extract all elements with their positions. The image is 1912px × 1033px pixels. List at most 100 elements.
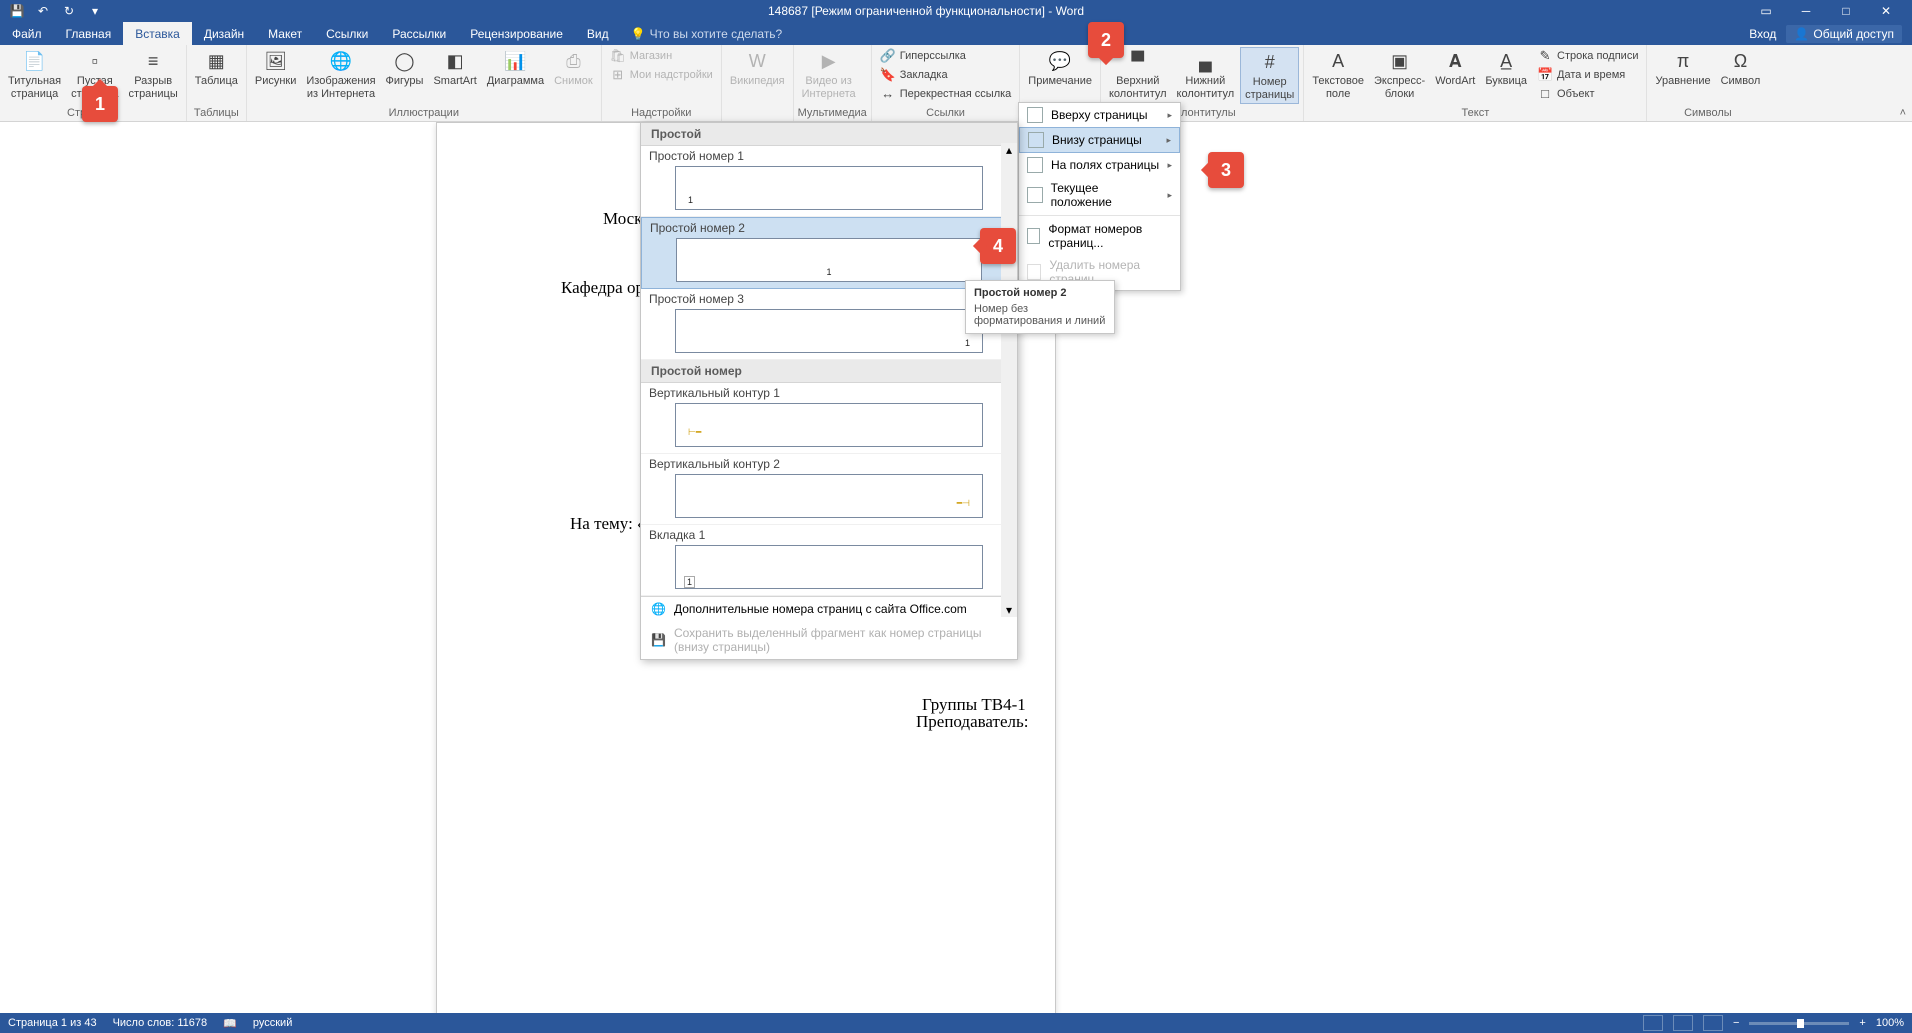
page-number-button[interactable]: #Номер страницы	[1240, 47, 1299, 104]
gallery-item-simple-3[interactable]: Простой номер 3 1	[641, 289, 1017, 360]
dropcap-button[interactable]: A̲Буквица	[1481, 47, 1531, 90]
gallery-more-office[interactable]: 🌐Дополнительные номера страниц с сайта O…	[641, 597, 1017, 621]
ribbon-options-icon[interactable]: ▭	[1752, 4, 1780, 18]
ribbon-tabs: Файл Главная Вставка Дизайн Макет Ссылки…	[0, 22, 1912, 45]
comment-button[interactable]: 💬Примечание	[1024, 47, 1096, 90]
callout-3: 3	[1208, 152, 1244, 188]
save-selection-icon: 💾	[651, 633, 666, 647]
view-print-icon[interactable]	[1673, 1015, 1693, 1031]
scroll-up-icon[interactable]: ▴	[1006, 143, 1012, 157]
object-button[interactable]: □Объект	[1533, 85, 1642, 103]
callout-2: 2	[1088, 22, 1124, 58]
zoom-out-icon[interactable]: −	[1733, 1017, 1739, 1029]
gallery-item-vcontour-2[interactable]: Вертикальный контур 2 ━⊣	[641, 454, 1017, 525]
signin-link[interactable]: Вход	[1749, 27, 1776, 41]
signature-line-button[interactable]: ✎Строка подписи	[1533, 47, 1642, 65]
tab-file[interactable]: Файл	[0, 22, 54, 45]
comment-icon: 💬	[1048, 49, 1072, 73]
view-read-icon[interactable]	[1643, 1015, 1663, 1031]
tooltip-desc: Номер без форматирования и линий	[974, 303, 1106, 327]
group-media: ▶Видео из Интернета Мультимедиа	[794, 45, 872, 121]
online-video-button[interactable]: ▶Видео из Интернета	[798, 47, 860, 102]
zoom-thumb[interactable]	[1797, 1019, 1804, 1028]
quickparts-button[interactable]: ▣Экспресс- блоки	[1370, 47, 1429, 102]
tooltip-title: Простой номер 2	[974, 287, 1106, 299]
gallery-scrollbar[interactable]: ▴ ▾	[1001, 143, 1017, 617]
wikipedia-button[interactable]: WВикипедия	[726, 47, 789, 90]
gallery-save-selection[interactable]: 💾Сохранить выделенный фрагмент как номер…	[641, 621, 1017, 659]
tab-view[interactable]: Вид	[575, 22, 621, 45]
menu-bottom-of-page[interactable]: Внизу страницы▸	[1019, 127, 1180, 153]
wordart-button[interactable]: 𝐀WordArt	[1431, 47, 1479, 90]
chevron-right-icon: ▸	[1166, 135, 1171, 146]
collapse-ribbon-icon[interactable]: ˄	[1900, 107, 1906, 119]
share-button[interactable]: 👤Общий доступ	[1786, 25, 1902, 43]
equation-button[interactable]: πУравнение	[1651, 47, 1714, 90]
crossref-button[interactable]: ↔Перекрестная ссылка	[876, 85, 1016, 103]
symbol-button[interactable]: ΩСимвол	[1717, 47, 1765, 90]
gallery-section-simple: Простой	[641, 123, 1017, 146]
online-pictures-icon: 🌐	[329, 49, 353, 73]
status-page[interactable]: Страница 1 из 43	[8, 1017, 97, 1029]
zoom-level[interactable]: 100%	[1876, 1017, 1904, 1029]
menu-page-margins[interactable]: На полях страницы▸	[1019, 153, 1180, 177]
status-language[interactable]: русский	[253, 1017, 292, 1029]
maximize-icon[interactable]: □	[1832, 4, 1860, 18]
view-web-icon[interactable]	[1703, 1015, 1723, 1031]
smartart-icon: ◧	[443, 49, 467, 73]
pictures-button[interactable]: 🖼Рисунки	[251, 47, 301, 90]
datetime-icon: 📅	[1537, 67, 1553, 83]
tab-design[interactable]: Дизайн	[192, 22, 256, 45]
qat-customize-icon[interactable]: ▾	[86, 2, 104, 20]
status-words[interactable]: Число слов: 11678	[113, 1017, 208, 1029]
gallery-item-simple-1[interactable]: Простой номер 1 1	[641, 146, 1017, 217]
chart-button[interactable]: 📊Диаграмма	[483, 47, 548, 90]
tab-insert[interactable]: Вставка	[123, 22, 192, 45]
zoom-slider[interactable]	[1749, 1022, 1849, 1025]
bookmark-button[interactable]: 🔖Закладка	[876, 66, 1016, 84]
menu-current-position[interactable]: Текущее положение▸	[1019, 177, 1180, 213]
gallery-item-tab-1[interactable]: Вкладка 1 1	[641, 525, 1017, 596]
group-wiki: WВикипедия	[722, 45, 794, 121]
screenshot-button[interactable]: ⎙Снимок	[550, 47, 597, 90]
group-label-addins: Надстройки	[606, 105, 717, 121]
preview-tab-1: 1	[675, 545, 983, 589]
table-icon: ▦	[204, 49, 228, 73]
close-icon[interactable]: ✕	[1872, 4, 1900, 18]
tab-review[interactable]: Рецензирование	[458, 22, 575, 45]
quick-access-toolbar: 💾 ↶ ↻ ▾	[0, 2, 112, 20]
gallery-item-simple-2[interactable]: Простой номер 2 1	[641, 217, 1017, 289]
tab-mailings[interactable]: Рассылки	[380, 22, 458, 45]
callout-1: 1	[82, 86, 118, 122]
smartart-button[interactable]: ◧SmartArt	[429, 47, 480, 90]
tell-me[interactable]: 💡Что вы хотите сделать?	[621, 22, 793, 45]
cover-page-button[interactable]: 📄Титульная страница	[4, 47, 65, 102]
datetime-button[interactable]: 📅Дата и время	[1533, 66, 1642, 84]
tab-references[interactable]: Ссылки	[314, 22, 380, 45]
online-pictures-button[interactable]: 🌐Изображения из Интернета	[302, 47, 379, 102]
tab-layout[interactable]: Макет	[256, 22, 314, 45]
tab-home[interactable]: Главная	[54, 22, 124, 45]
menu-format-numbers[interactable]: Формат номеров страниц...	[1019, 218, 1180, 254]
footer-button[interactable]: ▄Нижний колонтитул	[1173, 47, 1239, 102]
redo-icon[interactable]: ↻	[60, 2, 78, 20]
minimize-icon[interactable]: ─	[1792, 4, 1820, 18]
shapes-icon: ◯	[392, 49, 416, 73]
undo-icon[interactable]: ↶	[34, 2, 52, 20]
group-addins: 🛍Магазин ⊞Мои надстройки Надстройки	[602, 45, 722, 121]
my-addins-button[interactable]: ⊞Мои надстройки	[606, 66, 717, 84]
hyperlink-button[interactable]: 🔗Гиперссылка	[876, 47, 1016, 65]
equation-icon: π	[1671, 49, 1695, 73]
scroll-down-icon[interactable]: ▾	[1006, 603, 1012, 617]
page-break-button[interactable]: ≡Разрыв страницы	[125, 47, 182, 102]
textbox-button[interactable]: AТекстовое поле	[1308, 47, 1368, 102]
gallery-item-vcontour-1[interactable]: Вертикальный контур 1 ⊢━	[641, 383, 1017, 454]
zoom-in-icon[interactable]: +	[1859, 1017, 1865, 1029]
menu-top-of-page[interactable]: Вверху страницы▸	[1019, 103, 1180, 127]
doc-line-2: Кафедра орг	[561, 278, 651, 298]
table-button[interactable]: ▦Таблица	[191, 47, 242, 90]
shapes-button[interactable]: ◯Фигуры	[382, 47, 428, 90]
status-proof-icon[interactable]: 📖	[223, 1017, 237, 1030]
store-button[interactable]: 🛍Магазин	[606, 47, 717, 65]
save-icon[interactable]: 💾	[8, 2, 26, 20]
